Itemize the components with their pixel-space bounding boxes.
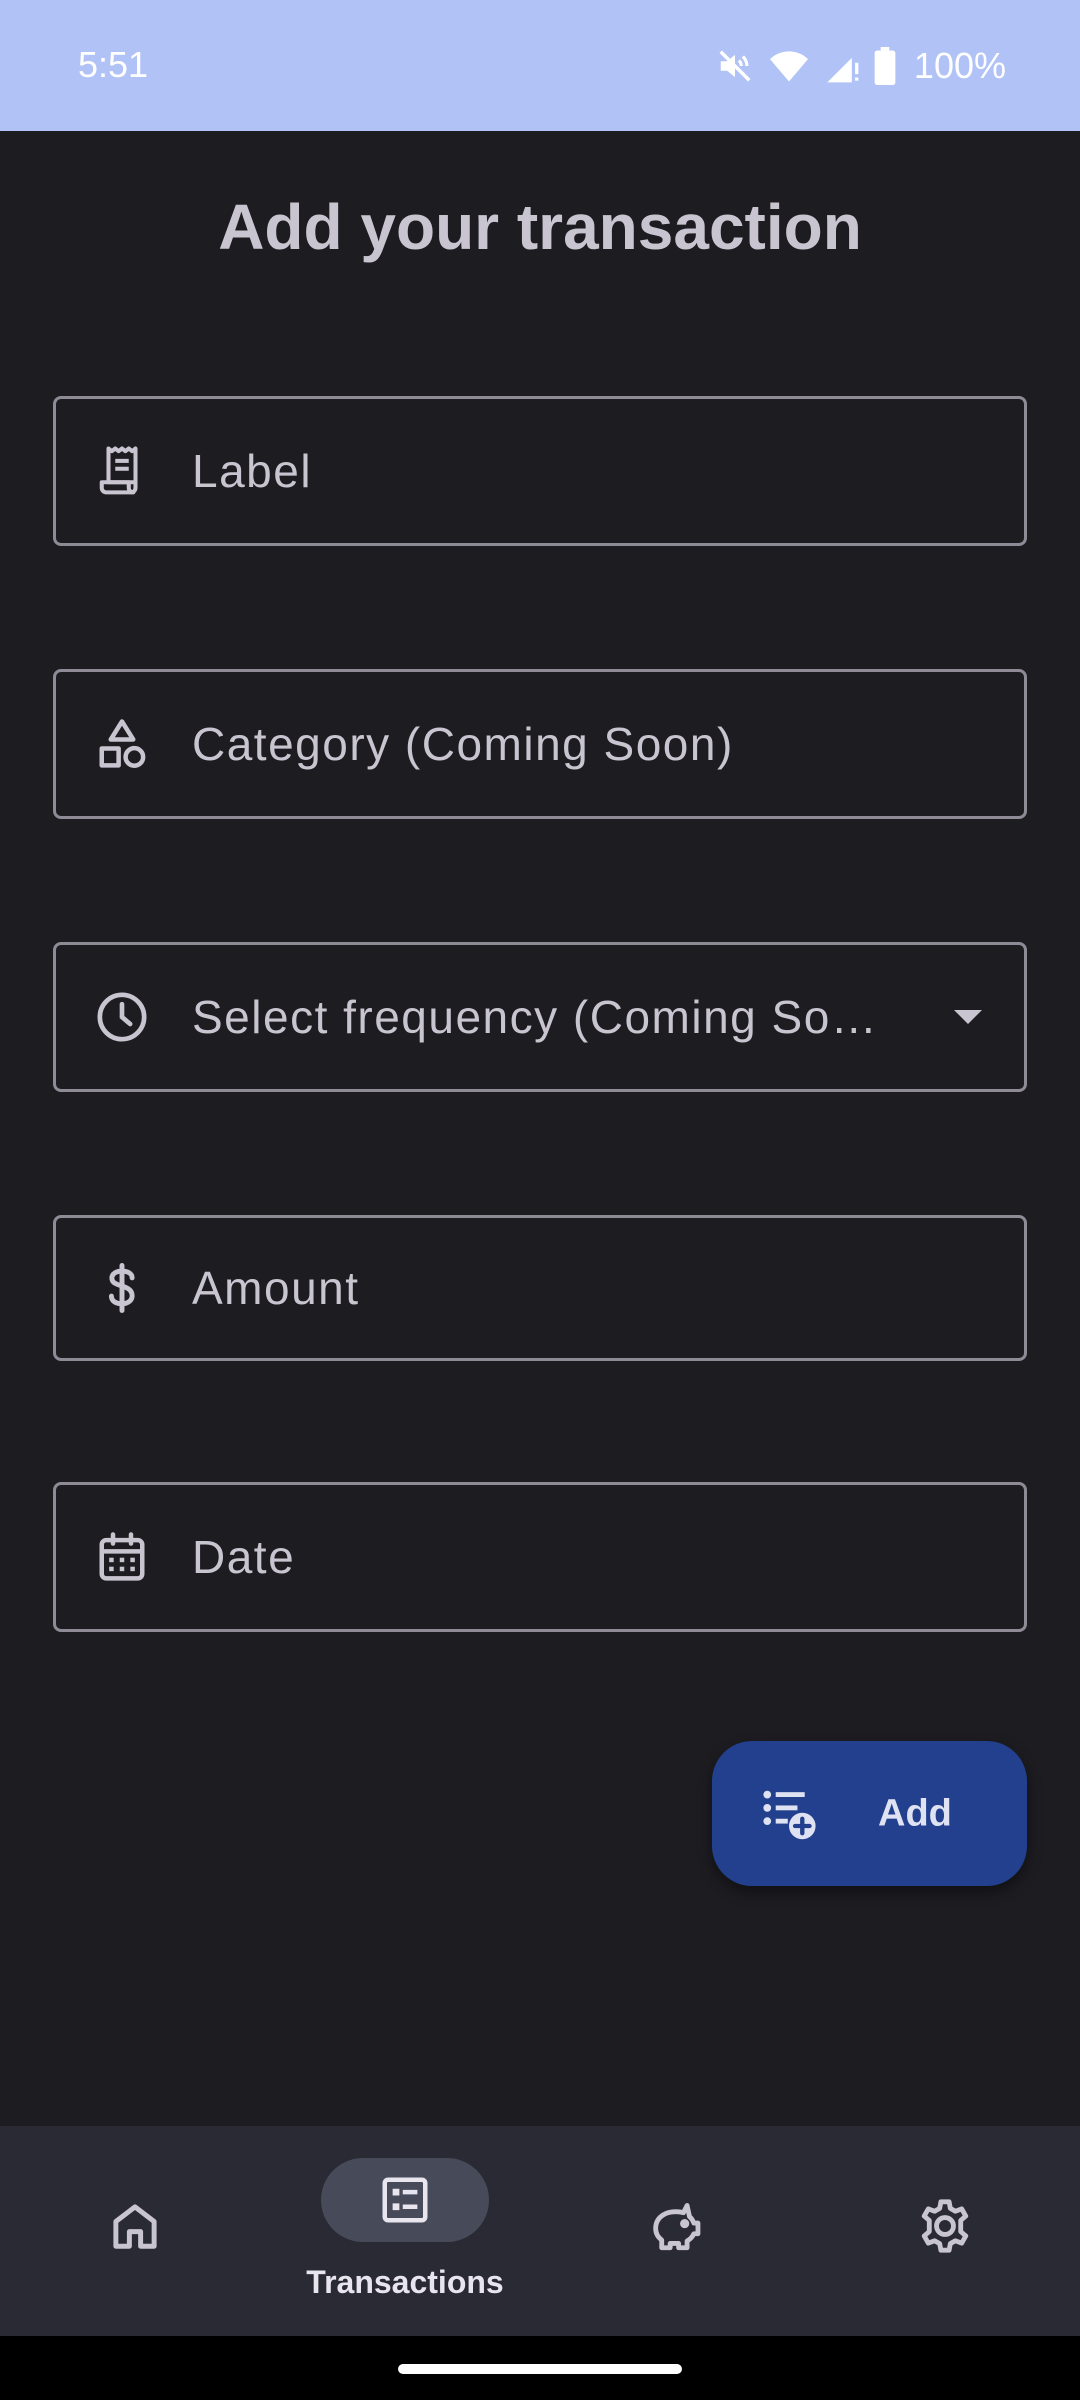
chevron-down-icon[interactable] bbox=[954, 1010, 982, 1024]
frequency-placeholder: Select frequency (Coming So… bbox=[192, 991, 879, 1043]
dollar-icon bbox=[92, 1258, 152, 1318]
category-placeholder: Category (Coming Soon) bbox=[192, 718, 734, 770]
page-title: Add your transaction bbox=[218, 191, 862, 263]
nav-savings[interactable] bbox=[540, 2126, 810, 2336]
clock-icon bbox=[92, 987, 152, 1047]
home-icon bbox=[103, 2194, 167, 2258]
mute-icon bbox=[716, 47, 754, 85]
date-field[interactable]: Date bbox=[53, 1482, 1027, 1632]
settings-icon bbox=[913, 2194, 977, 2258]
nav-settings[interactable] bbox=[810, 2126, 1080, 2336]
nav-home[interactable] bbox=[0, 2126, 270, 2336]
add-button[interactable]: Add bbox=[712, 1741, 1027, 1886]
shapes-icon bbox=[92, 714, 152, 774]
nav-transactions[interactable]: Transactions bbox=[270, 2126, 540, 2336]
amount-field[interactable]: Amount bbox=[53, 1215, 1027, 1361]
amount-placeholder: Amount bbox=[192, 1262, 360, 1314]
bottom-nav: Transactions bbox=[0, 2126, 1080, 2336]
label-placeholder: Label bbox=[192, 445, 313, 497]
frequency-select[interactable]: Select frequency (Coming So… bbox=[53, 942, 1027, 1092]
list-alt-icon bbox=[373, 2168, 437, 2232]
category-field[interactable]: Category (Coming Soon) bbox=[53, 669, 1027, 819]
receipt-icon bbox=[92, 441, 152, 501]
status-time: 5:51 bbox=[78, 44, 149, 85]
screen: 5:51 100% Add your transaction Label Cat… bbox=[0, 0, 1080, 2400]
battery-icon bbox=[874, 47, 896, 85]
calendar-icon bbox=[92, 1527, 152, 1587]
nav-transactions-label: Transactions bbox=[306, 2264, 504, 2300]
playlist-add-icon bbox=[760, 1782, 818, 1845]
wifi-icon bbox=[768, 47, 810, 85]
signal-icon bbox=[824, 47, 860, 85]
status-bar: 5:51 100% bbox=[0, 0, 1080, 131]
savings-icon bbox=[643, 2194, 707, 2258]
add-button-label: Add bbox=[878, 1792, 952, 1834]
date-placeholder: Date bbox=[192, 1531, 296, 1583]
gesture-handle[interactable] bbox=[398, 2364, 682, 2374]
battery-percent: 100% bbox=[913, 45, 1006, 86]
status-icons: 100% bbox=[716, 44, 1006, 88]
label-field[interactable]: Label bbox=[53, 396, 1027, 546]
